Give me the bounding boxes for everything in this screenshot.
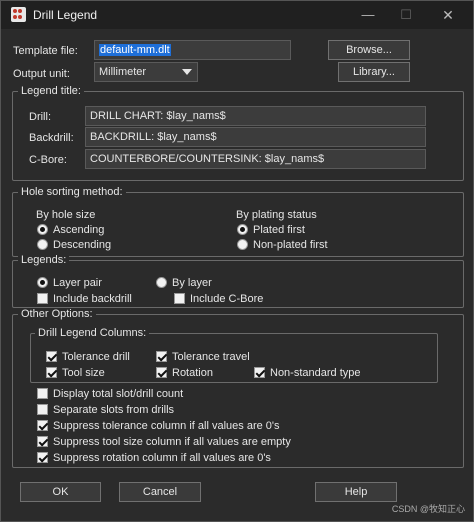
backdrill-label: Backdrill: [29, 132, 74, 144]
output-unit-value: Millimeter [99, 66, 147, 78]
tool-size-checkbox[interactable] [46, 367, 57, 378]
backdrill-title-input[interactable]: BACKDRILL: $lay_nams$ [85, 127, 426, 147]
suppress-rotation-checkbox[interactable] [37, 452, 48, 463]
tolerance-travel-label[interactable]: Tolerance travel [172, 351, 250, 363]
separate-slots-checkbox[interactable] [37, 404, 48, 415]
chevron-down-icon [182, 69, 192, 75]
rotation-label[interactable]: Rotation [172, 367, 213, 379]
nonstandard-type-checkbox[interactable] [254, 367, 265, 378]
drill-legend-columns-label: Drill Legend Columns: [35, 327, 150, 339]
layer-pair-label[interactable]: Layer pair [53, 277, 102, 289]
nonstandard-type-label[interactable]: Non-standard type [270, 367, 361, 379]
by-layer-radio[interactable] [156, 277, 167, 288]
include-cbore-label[interactable]: Include C-Bore [190, 293, 263, 305]
separate-slots-label[interactable]: Separate slots from drills [53, 404, 174, 416]
by-layer-label[interactable]: By layer [172, 277, 212, 289]
include-cbore-checkbox[interactable] [174, 293, 185, 304]
template-file-input[interactable]: default-mm.dlt [94, 40, 291, 60]
template-file-value: default-mm.dlt [99, 44, 171, 56]
display-total-checkbox[interactable] [37, 388, 48, 399]
suppress-rotation-label[interactable]: Suppress rotation column if all values a… [53, 452, 271, 464]
ok-button[interactable]: OK [20, 482, 101, 502]
descending-radio[interactable] [37, 239, 48, 250]
suppress-tolerance-checkbox[interactable] [37, 420, 48, 431]
cancel-button[interactable]: Cancel [119, 482, 201, 502]
output-unit-select[interactable]: Millimeter [94, 62, 198, 82]
template-file-label: Template file: [13, 45, 78, 57]
by-plating-label: By plating status [236, 209, 317, 221]
nonplated-first-label[interactable]: Non-plated first [253, 239, 328, 251]
close-icon[interactable]: ✕ [433, 5, 463, 25]
library-button[interactable]: Library... [338, 62, 410, 82]
suppress-tolerance-label[interactable]: Suppress tolerance column if all values … [53, 420, 280, 432]
title-bar: Drill Legend — ☐ ✕ [1, 1, 473, 29]
output-unit-label: Output unit: [13, 68, 70, 80]
tolerance-drill-checkbox[interactable] [46, 351, 57, 362]
ascending-radio[interactable] [37, 224, 48, 235]
minimize-icon[interactable]: — [353, 5, 383, 25]
ascending-label[interactable]: Ascending [53, 224, 104, 236]
rotation-checkbox[interactable] [156, 367, 167, 378]
descending-label[interactable]: Descending [53, 239, 111, 251]
hole-sorting-group-label: Hole sorting method: [18, 186, 126, 198]
tool-size-label[interactable]: Tool size [62, 367, 105, 379]
suppress-toolsize-label[interactable]: Suppress tool size column if all values … [53, 436, 291, 448]
legends-group-label: Legends: [18, 254, 70, 266]
cbore-label: C-Bore: [29, 154, 67, 166]
plated-first-label[interactable]: Plated first [253, 224, 305, 236]
tolerance-travel-checkbox[interactable] [156, 351, 167, 362]
plated-first-radio[interactable] [237, 224, 248, 235]
by-hole-size-label: By hole size [36, 209, 96, 221]
display-total-label[interactable]: Display total slot/drill count [53, 388, 183, 400]
browse-button[interactable]: Browse... [328, 40, 410, 60]
drill-title-input[interactable]: DRILL CHART: $lay_nams$ [85, 106, 426, 126]
window-title: Drill Legend [33, 8, 98, 22]
drill-label: Drill: [29, 111, 51, 123]
tolerance-drill-label[interactable]: Tolerance drill [62, 351, 130, 363]
cbore-title-input[interactable]: COUNTERBORE/COUNTERSINK: $lay_nams$ [85, 149, 426, 169]
nonplated-first-radio[interactable] [237, 239, 248, 250]
drill-legend-dialog: Drill Legend — ☐ ✕ Template file: defaul… [0, 0, 474, 522]
suppress-toolsize-checkbox[interactable] [37, 436, 48, 447]
include-backdrill-label[interactable]: Include backdrill [53, 293, 132, 305]
maximize-icon[interactable]: ☐ [391, 5, 421, 25]
watermark: CSDN @牧知正心 [391, 504, 465, 514]
layer-pair-radio[interactable] [37, 277, 48, 288]
include-backdrill-checkbox[interactable] [37, 293, 48, 304]
legend-title-group-label: Legend title: [18, 85, 84, 97]
help-button[interactable]: Help [315, 482, 397, 502]
other-options-group-label: Other Options: [18, 308, 96, 320]
app-icon [11, 7, 26, 22]
